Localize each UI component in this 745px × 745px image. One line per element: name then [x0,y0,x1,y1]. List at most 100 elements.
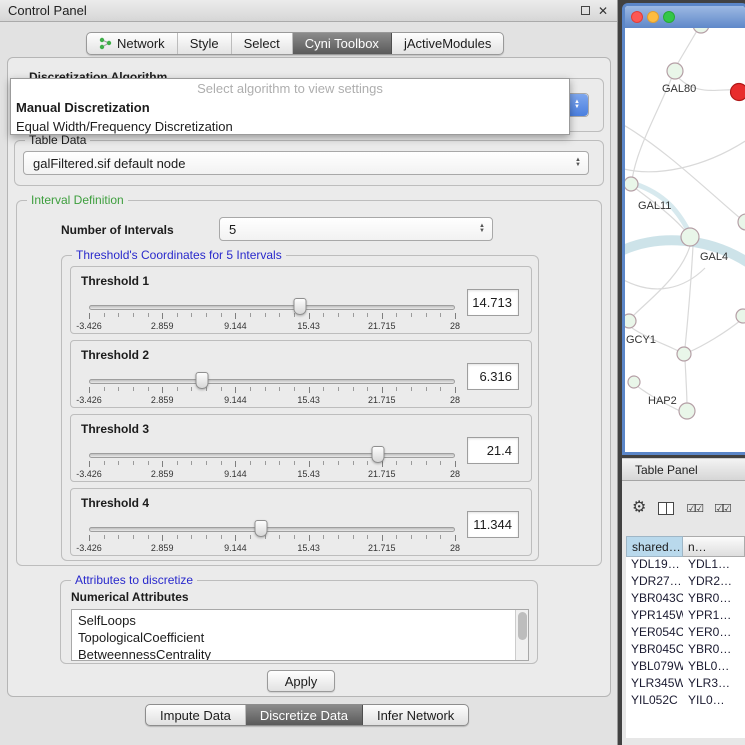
threshold-3-slider[interactable]: -3.4262.8599.14415.4321.71528 [89,445,455,481]
slider-thumb[interactable] [372,446,385,463]
tab-jactivemodules[interactable]: jActiveModules [392,33,503,54]
cell[interactable]: YIL052C [626,693,683,710]
slider-thumb[interactable] [255,520,268,537]
cell[interactable]: YDL19… [626,557,683,574]
gear-icon[interactable]: ⚙ [632,500,646,516]
cell[interactable]: YDR27… [626,574,683,591]
slider-thumb[interactable] [294,298,307,315]
select-all-checkboxes-icon[interactable]: ☑☑ [686,502,702,515]
number-of-intervals-value: 5 [229,222,236,237]
spinner-arrows-icon[interactable]: ▲ ▼ [575,158,581,168]
cell[interactable]: YBR0… [683,591,745,608]
table-row[interactable]: YDR27… YDR2… [626,574,745,591]
group-title: Attributes to discretize [71,573,197,587]
zoom-traffic-light-icon[interactable] [663,11,675,23]
select-columns-checkboxes-icon[interactable]: ☑☑ [714,502,730,515]
slider-scale-label: 15.43 [297,395,320,405]
cell[interactable]: YBR043C [626,591,683,608]
threshold-2-panel: Threshold 2 -3.4262.8599.14415.4321.7152… [70,340,532,408]
network-window-titlebar[interactable] [625,6,745,28]
list-item[interactable]: SelfLoops [72,612,528,629]
cell[interactable]: YER054C [626,625,683,642]
threshold-value-field[interactable]: 21.4 [467,437,519,464]
network-canvas[interactable]: GAL80 GAL11 GAL4 GCY1 HAP2 [625,28,745,452]
column-header-shared-name[interactable]: shared… [626,536,683,557]
node-label[interactable]: HAP2 [648,395,677,407]
cell[interactable]: YPR1… [683,608,745,625]
tab-infer-network[interactable]: Infer Network [363,705,468,725]
table-row[interactable]: YBL079W YBL0… [626,659,745,676]
table-row[interactable]: YDL19… YDL1… [626,557,745,574]
list-scrollbar[interactable] [515,610,528,660]
node-label[interactable]: GCY1 [626,334,656,346]
node-label[interactable]: GAL4 [700,251,728,263]
tab-network[interactable]: Network [87,33,178,54]
arrow-down-icon: ▼ [575,163,581,168]
cell[interactable]: YDL1… [683,557,745,574]
table-row[interactable]: YIL052C YIL0… [626,693,745,710]
minimize-traffic-light-icon[interactable] [647,11,659,23]
tab-label: Infer Network [377,708,454,723]
attributes-to-discretize-group: Attributes to discretize Numerical Attri… [60,580,538,664]
threshold-2-slider[interactable]: -3.4262.8599.14415.4321.71528 [89,371,455,407]
threshold-3-panel: Threshold 3 -3.4262.8599.14415.4321.7152… [70,414,532,482]
network-view-window: GAL80 GAL11 GAL4 GCY1 HAP2 [622,3,745,455]
cell[interactable]: YBR0… [683,642,745,659]
slider-scale-label: 21.715 [368,543,396,553]
cell[interactable]: YPR145W [626,608,683,625]
slider-track[interactable] [89,453,455,458]
table-data-combobox[interactable]: galFiltered.sif default node ▲ ▼ [23,151,589,175]
cell[interactable]: YIL0… [683,693,745,710]
tab-cyni-toolbox[interactable]: Cyni Toolbox [293,33,392,54]
columns-icon[interactable] [658,502,674,515]
number-of-intervals-combobox[interactable]: 5 ▲ ▼ [219,217,493,241]
slider-track[interactable] [89,527,455,532]
tab-style[interactable]: Style [178,33,232,54]
tab-impute-data[interactable]: Impute Data [146,705,246,725]
slider-scale-label: 15.43 [297,543,320,553]
slider-thumb[interactable] [196,372,209,389]
apply-button[interactable]: Apply [267,670,335,692]
threshold-1-slider[interactable]: -3.4262.8599.14415.4321.71528 [89,297,455,333]
close-window-icon[interactable]: ✕ [597,5,609,17]
restore-window-icon[interactable] [581,6,590,15]
list-item[interactable]: BetweennessCentrality [72,646,528,661]
spinner-arrows-icon[interactable]: ▲ ▼ [479,224,485,234]
cell[interactable]: YBL079W [626,659,683,676]
slider-track[interactable] [89,305,455,310]
numerical-attributes-list[interactable]: SelfLoops TopologicalCoefficient Between… [71,609,529,661]
node-label[interactable]: GAL80 [662,83,696,95]
slider-scale-label: 28 [450,543,460,553]
scrollbar-thumb[interactable] [518,612,527,640]
close-traffic-light-icon[interactable] [631,11,643,23]
threshold-value-field[interactable]: 14.713 [467,289,519,316]
selected-red-node[interactable] [731,84,745,101]
tab-discretize-data[interactable]: Discretize Data [246,705,363,725]
slider-scale-label: 15.43 [297,321,320,331]
cell[interactable]: YBL0… [683,659,745,676]
arrow-down-icon: ▼ [574,105,580,110]
table-row[interactable]: YBR045C YBR0… [626,642,745,659]
slider-track[interactable] [89,379,455,384]
table-row[interactable]: YBR043C YBR0… [626,591,745,608]
cell[interactable]: YLR345W [626,676,683,693]
threshold-value-field[interactable]: 6.316 [467,363,519,390]
cell[interactable]: YLR3… [683,676,745,693]
table-row[interactable]: YLR345W YLR3… [626,676,745,693]
column-header-name[interactable]: n… [683,536,745,557]
threshold-value-field[interactable]: 11.344 [467,511,519,538]
cell[interactable]: YBR045C [626,642,683,659]
dropdown-option-equal-width[interactable]: Equal Width/Frequency Discretization [11,117,569,136]
cell[interactable]: YER0… [683,625,745,642]
threshold-4-slider[interactable]: -3.4262.8599.14415.4321.71528 [89,519,455,555]
cell[interactable]: YDR2… [683,574,745,591]
tab-select[interactable]: Select [232,33,293,54]
dropdown-option-manual-discretization[interactable]: Manual Discretization [11,98,569,117]
dropdown-placeholder-option[interactable]: Select algorithm to view settings [11,79,569,98]
list-item[interactable]: TopologicalCoefficient [72,629,528,646]
table-row[interactable]: YER054C YER0… [626,625,745,642]
node-table: shared… n… YDL19… YDL1… YDR27… YDR2… YBR… [626,536,745,738]
table-row[interactable]: YPR145W YPR1… [626,608,745,625]
node-label[interactable]: GAL11 [638,200,671,212]
slider-scale: -3.4262.8599.14415.4321.71528 [89,543,455,554]
